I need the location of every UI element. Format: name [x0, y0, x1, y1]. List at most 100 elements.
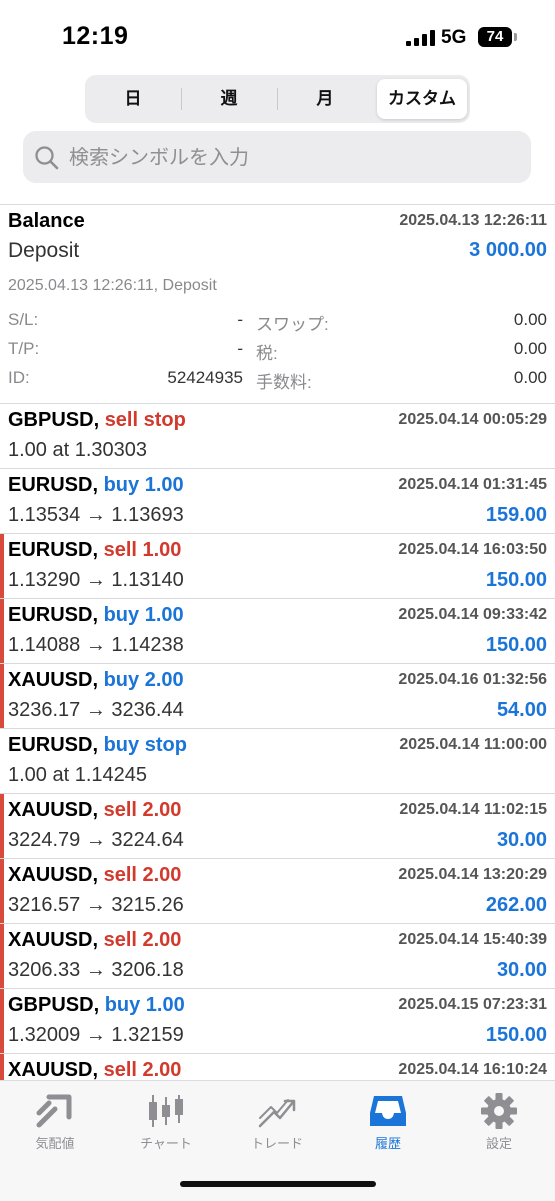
deal-symbol: EURUSD, buy 1.00	[8, 474, 184, 497]
search-bar[interactable]	[23, 131, 531, 183]
tab-chart-label: チャート	[140, 1136, 192, 1151]
deal-symbol: EURUSD, buy 1.00	[8, 604, 184, 627]
balance-subtitle: Deposit	[8, 239, 80, 262]
deal-time: 2025.04.14 16:10:24	[398, 1061, 547, 1078]
deal-time: 2025.04.14 00:05:29	[398, 411, 547, 428]
deal-time: 2025.04.14 16:03:50	[398, 541, 547, 558]
search-input[interactable]	[67, 139, 511, 177]
deal-price: 3224.79 → 3224.64	[8, 829, 184, 851]
id-value: 52424935	[167, 368, 243, 387]
deal-type: sell stop	[104, 409, 186, 431]
tab-settings[interactable]: 設定	[449, 1087, 549, 1157]
network-label: 5G	[441, 27, 467, 48]
deal-price: 1.32009 → 1.32159	[8, 1024, 184, 1046]
settings-icon	[481, 1093, 517, 1129]
balance-entry[interactable]: Balance 2025.04.13 12:26:11 Deposit 3 00…	[0, 205, 555, 404]
deal-row[interactable]: XAUUSD, sell 2.00 2025.04.14 15:40:39 3206…	[0, 924, 555, 989]
tab-history[interactable]: 履歴	[338, 1087, 438, 1157]
deal-type: buy 1.00	[104, 994, 185, 1016]
deal-row[interactable]: XAUUSD, buy 2.00 2025.04.16 01:32:56 3236.…	[0, 664, 555, 729]
trade-icon	[258, 1099, 296, 1128]
symbol-name: XAUUSD,	[8, 1059, 99, 1081]
tp-value: -	[237, 339, 243, 358]
deal-profit: 159.00	[485, 504, 547, 526]
deal-symbol: XAUUSD, sell 2.00	[8, 864, 181, 887]
segment-week[interactable]: 週	[184, 79, 274, 119]
deal-symbol: EURUSD, sell 1.00	[8, 539, 181, 562]
deal-type: buy stop	[103, 734, 187, 756]
deal-time: 2025.04.14 15:40:39	[398, 931, 547, 948]
sl-label: S/L:	[8, 310, 39, 329]
chart-icon	[149, 1095, 183, 1127]
deal-time: 2025.04.14 13:20:29	[398, 866, 547, 883]
signal-icon	[406, 30, 436, 46]
swap-label: スワップ:	[256, 315, 329, 334]
deal-row[interactable]: EURUSD, sell 1.00 2025.04.14 16:03:50 1.13…	[0, 534, 555, 599]
deal-price: 3216.57 → 3215.26	[8, 894, 184, 916]
deal-price: 1.00 at 1.30303	[8, 439, 148, 461]
tab-chart[interactable]: チャート	[116, 1087, 216, 1157]
status-bar: 12:19 5G 74	[0, 0, 555, 74]
fee-label: 手数料:	[256, 373, 312, 392]
tab-trade[interactable]: トレード	[227, 1087, 327, 1157]
balance-title: Balance	[8, 210, 85, 232]
deal-time: 2025.04.14 01:31:45	[398, 476, 547, 493]
segment-custom[interactable]: カスタム	[377, 79, 467, 119]
tab-settings-label: 設定	[485, 1136, 512, 1151]
swap-value: 0.00	[513, 310, 547, 329]
deal-profit: 30.00	[496, 829, 547, 851]
search-icon	[35, 146, 59, 170]
tp-label: T/P:	[8, 339, 40, 358]
segment-divider	[277, 88, 278, 110]
home-indicator	[180, 1181, 376, 1187]
deal-row[interactable]: EURUSD, buy 1.00 2025.04.14 01:31:45 1.135…	[0, 469, 555, 534]
segment-month[interactable]: 月	[280, 79, 370, 119]
history-icon	[370, 1096, 406, 1126]
symbol-name: XAUUSD,	[8, 669, 99, 691]
deal-price: 1.13534 → 1.13693	[8, 504, 184, 526]
deal-symbol: GBPUSD, sell stop	[8, 409, 186, 432]
status-time: 12:19	[62, 22, 129, 50]
battery-cap	[514, 33, 517, 41]
deal-row[interactable]: GBPUSD, buy 1.00 2025.04.15 07:23:31 1.320…	[0, 989, 555, 1054]
deal-price: 3236.17 → 3236.44	[8, 699, 184, 721]
deal-type: sell 2.00	[103, 799, 182, 821]
symbol-name: XAUUSD,	[8, 799, 99, 821]
deal-symbol: XAUUSD, sell 2.00	[8, 799, 181, 822]
deal-time: 2025.04.15 07:23:31	[398, 996, 547, 1013]
deal-price: 1.13290 → 1.13140	[8, 569, 184, 591]
history-list[interactable]: Balance 2025.04.13 12:26:11 Deposit 3 00…	[0, 204, 555, 1081]
segment-day[interactable]: 日	[88, 79, 178, 119]
symbol-name: EURUSD,	[8, 474, 99, 496]
deal-profit: 262.00	[485, 894, 547, 916]
deal-price: 1.00 at 1.14245	[8, 764, 148, 786]
deal-symbol: XAUUSD, buy 2.00	[8, 669, 184, 692]
symbol-name: EURUSD,	[8, 539, 99, 561]
balance-amount: 3 000.00	[469, 239, 547, 261]
tab-quotes[interactable]: 気配値	[5, 1087, 105, 1157]
deal-symbol: XAUUSD, sell 2.00	[8, 929, 181, 952]
id-label: ID:	[8, 368, 30, 387]
deal-row[interactable]: EURUSD, buy stop 2025.04.14 11:00:00 1.00 …	[0, 729, 555, 794]
deal-row[interactable]: XAUUSD, sell 2.00 2025.04.14 16:10:24	[0, 1054, 555, 1081]
deal-profit: 150.00	[485, 634, 547, 656]
period-segmented-control: 日 週 月 カスタム	[85, 75, 470, 123]
deal-time: 2025.04.14 09:33:42	[398, 606, 547, 623]
deal-row[interactable]: GBPUSD, sell stop 2025.04.14 00:05:29 1.00…	[0, 404, 555, 469]
deal-time: 2025.04.14 11:02:15	[399, 801, 547, 818]
symbol-name: XAUUSD,	[8, 864, 99, 886]
symbol-name: GBPUSD,	[8, 994, 100, 1016]
fee-value: 0.00	[513, 368, 547, 387]
deal-profit: 30.00	[496, 959, 547, 981]
symbol-name: EURUSD,	[8, 734, 99, 756]
quotes-icon	[36, 1094, 72, 1128]
balance-time: 2025.04.13 12:26:11	[399, 212, 547, 229]
deal-row[interactable]: XAUUSD, sell 2.00 2025.04.14 13:20:29 3216…	[0, 859, 555, 924]
deal-row[interactable]: XAUUSD, sell 2.00 2025.04.14 11:02:15 3224…	[0, 794, 555, 859]
deal-type: sell 1.00	[103, 539, 182, 561]
deal-symbol: EURUSD, buy stop	[8, 734, 187, 757]
deal-row[interactable]: EURUSD, buy 1.00 2025.04.14 09:33:42 1.140…	[0, 599, 555, 664]
deal-type: buy 1.00	[103, 604, 184, 626]
symbol-name: GBPUSD,	[8, 409, 100, 431]
deal-time: 2025.04.16 01:32:56	[398, 671, 547, 688]
